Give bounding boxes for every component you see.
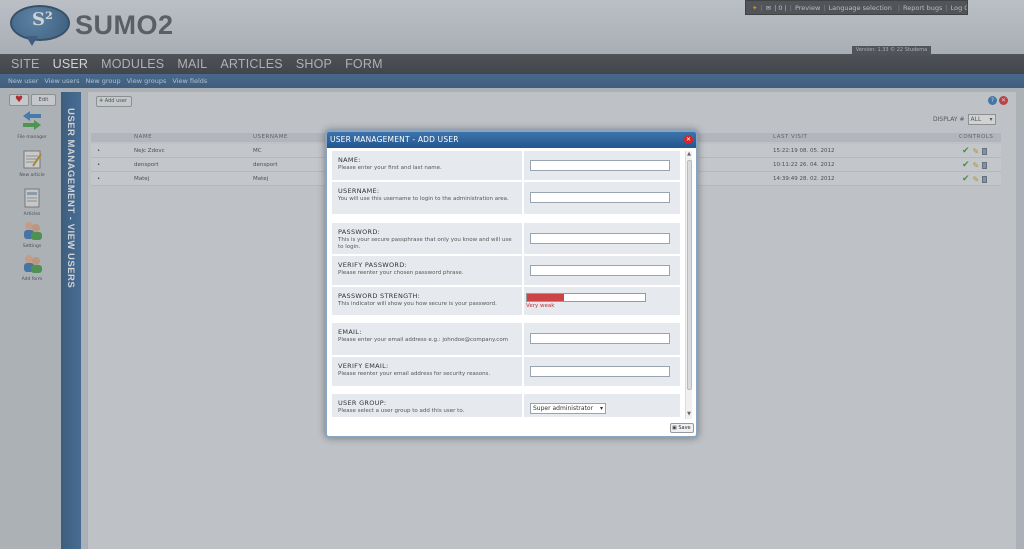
field-label: NAME: (338, 156, 361, 164)
field-hint: Please reenter your chosen password phra… (338, 270, 464, 276)
field-value-cell (524, 256, 680, 285)
field-label-cell: VERIFY PASSWORD: Please reenter your cho… (332, 256, 522, 285)
form-row-verify-email: VERIFY EMAIL: Please reenter your email … (332, 357, 680, 386)
field-label: PASSWORD: (338, 228, 381, 236)
save-button[interactable]: ▣ Save (670, 423, 694, 433)
field-label: VERIFY PASSWORD: (338, 261, 408, 269)
field-hint: This indicator will show you how secure … (338, 301, 497, 307)
field-hint: Please enter your email address e.g.: jo… (338, 337, 509, 343)
field-label-cell: EMAIL: Please enter your email address e… (332, 323, 522, 355)
field-value-cell (524, 151, 680, 180)
form-row-password: PASSWORD: This is your secure passphrase… (332, 223, 680, 254)
verify-email-input[interactable] (530, 366, 670, 377)
user-group-value: Super administrator (533, 405, 594, 412)
field-label: USERNAME: (338, 187, 380, 195)
field-label-cell: PASSWORD STRENGTH: This indicator will s… (332, 287, 522, 315)
form-row-email: EMAIL: Please enter your email address e… (332, 323, 680, 355)
field-label-cell: VERIFY EMAIL: Please reenter your email … (332, 357, 522, 386)
dialog-titlebar: USER MANAGEMENT - ADD USER ✕ (327, 132, 696, 148)
password-strength-text: Very weak (526, 303, 555, 309)
form-row-user-group: USER GROUP: Please select a user group t… (332, 394, 680, 417)
field-label-cell: USER GROUP: Please select a user group t… (332, 394, 522, 417)
field-value-cell (524, 223, 680, 254)
field-label-cell: NAME: Please enter your first and last n… (332, 151, 522, 180)
verify-password-input[interactable] (530, 265, 670, 276)
field-label: EMAIL: (338, 328, 362, 336)
dialog-title: USER MANAGEMENT - ADD USER (330, 135, 459, 144)
scroll-thumb[interactable] (687, 160, 692, 390)
floppy-disk-icon: ▣ (672, 425, 677, 431)
email-input[interactable] (530, 333, 670, 344)
password-strength-meter (526, 293, 646, 302)
field-label-cell: PASSWORD: This is your secure passphrase… (332, 223, 522, 254)
field-label-cell: USERNAME: You will use this username to … (332, 182, 522, 214)
dialog-form: NAME: Please enter your first and last n… (332, 151, 681, 417)
chevron-down-icon: ▾ (599, 405, 603, 412)
username-input[interactable] (530, 192, 670, 203)
form-row-name: NAME: Please enter your first and last n… (332, 151, 680, 180)
field-value-cell: Very weak (524, 287, 680, 315)
field-value-cell (524, 357, 680, 386)
dialog-scrollbar[interactable]: ▲ ▼ (685, 151, 692, 419)
name-input[interactable] (530, 160, 670, 171)
field-label: PASSWORD STRENGTH: (338, 292, 421, 300)
field-hint: Please select a user group to add this u… (338, 408, 465, 414)
save-label: Save (678, 425, 691, 431)
user-group-select[interactable]: Super administrator ▾ (530, 403, 606, 414)
form-row-username: USERNAME: You will use this username to … (332, 182, 680, 214)
scroll-down-icon[interactable]: ▼ (686, 411, 692, 419)
add-user-dialog: USER MANAGEMENT - ADD USER ✕ NAME: Pleas… (325, 130, 698, 438)
form-row-verify-password: VERIFY PASSWORD: Please reenter your cho… (332, 256, 680, 285)
field-hint: Please enter your first and last name. (338, 165, 442, 171)
field-value-cell (524, 182, 680, 214)
field-hint: You will use this username to login to t… (338, 196, 509, 202)
password-strength-fill (527, 294, 564, 301)
field-label: USER GROUP: (338, 399, 387, 407)
scroll-up-icon[interactable]: ▲ (686, 151, 692, 159)
field-hint: This is your secure passphrase that only… (338, 237, 512, 250)
field-hint: Please reenter your email address for se… (338, 371, 491, 377)
field-label: VERIFY EMAIL: (338, 362, 389, 370)
close-icon[interactable]: ✕ (684, 135, 693, 144)
field-value-cell (524, 323, 680, 355)
form-row-password-strength: PASSWORD STRENGTH: This indicator will s… (332, 287, 680, 315)
password-input[interactable] (530, 233, 670, 244)
field-value-cell: Super administrator ▾ (524, 394, 680, 417)
